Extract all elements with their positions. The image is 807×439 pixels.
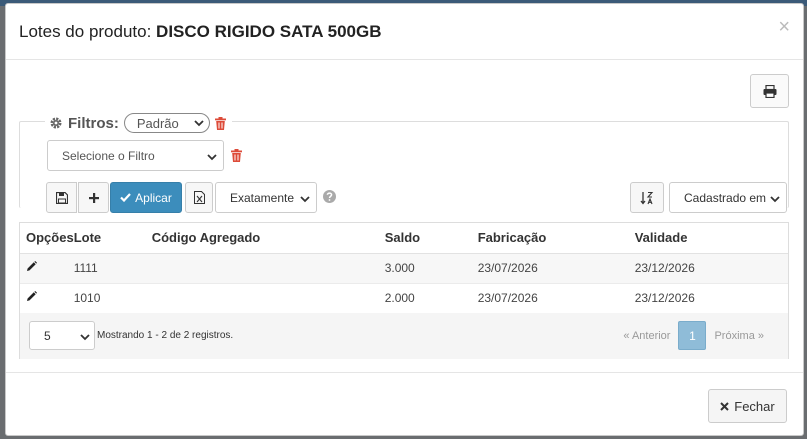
page-size-select[interactable]: 5 — [29, 321, 95, 350]
filter-select[interactable]: Selecione o Filtro — [47, 140, 224, 171]
gear-icon — [50, 117, 62, 129]
col-header-manufacture[interactable]: Fabricação — [477, 223, 635, 254]
sort-direction-button[interactable] — [630, 182, 664, 213]
filter-preset-select[interactable]: Padrão — [123, 113, 210, 133]
match-mode-value: Exatamente — [230, 190, 295, 205]
cell-balance: 3.000 — [384, 253, 478, 284]
col-header-balance[interactable]: Saldo — [384, 223, 478, 254]
modal-header: Lotes do produto: DISCO RIGIDO SATA 500G… — [6, 4, 803, 60]
cell-aggregate-code — [151, 283, 385, 314]
sort-field-value: Cadastrado em — [684, 190, 767, 205]
pencil-icon — [27, 291, 37, 301]
modal-title: Lotes do produto: DISCO RIGIDO SATA 500G… — [19, 22, 382, 42]
chevron-down-icon — [194, 120, 204, 127]
cell-balance: 2.000 — [384, 283, 478, 314]
cell-aggregate-code — [151, 253, 385, 284]
cell-manufacture: 23/07/2026 — [477, 283, 635, 314]
col-header-lot[interactable]: Lote — [73, 223, 152, 254]
edit-row-button[interactable] — [20, 253, 74, 284]
chevron-down-icon — [770, 196, 780, 203]
prev-page-link[interactable]: « Anterior — [615, 321, 678, 350]
filter-preset-value: Padrão — [136, 115, 179, 131]
trash-icon — [231, 149, 242, 162]
table-footer: 5 Mostrando 1 - 2 de 2 registros. « Ante… — [20, 313, 788, 359]
pencil-icon — [27, 261, 37, 271]
export-excel-button[interactable] — [185, 182, 213, 213]
sort-field-select[interactable]: Cadastrado em — [669, 182, 787, 213]
chevron-down-icon — [80, 334, 90, 341]
edit-row-button[interactable] — [20, 283, 74, 314]
col-header-expiry[interactable]: Validade — [634, 223, 788, 254]
page-1-button[interactable]: 1 — [678, 321, 707, 350]
filters-legend: Filtros: Padrão — [45, 112, 232, 134]
times-icon — [720, 401, 729, 411]
next-page-link[interactable]: Próxima » — [706, 321, 772, 350]
save-filter-button[interactable] — [46, 182, 77, 213]
modal-body: Filtros: Padrão Selecione o Filtro Aplic… — [18, 74, 789, 359]
modal-title-prefix: Lotes do produto: — [19, 22, 157, 41]
print-button[interactable] — [750, 74, 789, 108]
sort-alpha-icon — [640, 191, 654, 205]
lots-table: Opções Lote Código Agregado Saldo Fabric… — [19, 222, 789, 359]
print-icon — [763, 84, 776, 98]
close-button[interactable]: Fechar — [708, 389, 787, 423]
table-row: 1010 2.000 23/07/2026 23/12/2026 — [20, 283, 788, 314]
excel-icon — [193, 191, 205, 204]
save-icon — [55, 191, 68, 204]
delete-filter-button[interactable] — [231, 149, 242, 162]
cell-manufacture: 23/07/2026 — [477, 253, 635, 284]
lots-modal: Lotes do produto: DISCO RIGIDO SATA 500G… — [5, 3, 804, 436]
check-icon — [120, 193, 131, 202]
trash-icon — [214, 116, 226, 130]
records-summary: Mostrando 1 - 2 de 2 registros. — [97, 330, 234, 341]
delete-preset-button[interactable] — [214, 116, 226, 130]
filters-label: Filtros: — [68, 114, 119, 132]
product-name: DISCO RIGIDO SATA 500GB — [156, 22, 382, 41]
chevron-down-icon — [300, 196, 310, 203]
apply-button[interactable]: Aplicar — [110, 182, 182, 213]
cell-expiry: 23/12/2026 — [634, 283, 788, 314]
question-icon[interactable] — [323, 190, 336, 203]
apply-label: Aplicar — [135, 190, 172, 205]
plus-icon — [88, 192, 99, 203]
match-mode-select[interactable]: Exatamente — [215, 182, 317, 213]
filter-toolbar: Aplicar Exatamente — [46, 182, 336, 213]
filter-select-value: Selecione o Filtro — [62, 148, 155, 163]
page-size-value: 5 — [44, 328, 51, 343]
close-button-label: Fechar — [734, 398, 775, 414]
col-header-aggregate-code[interactable]: Código Agregado — [151, 223, 385, 254]
cell-lot: 1010 — [73, 283, 152, 314]
table-row: 1111 3.000 23/07/2026 23/12/2026 — [20, 253, 788, 284]
add-filter-button[interactable] — [78, 182, 109, 213]
modal-footer: Fechar — [6, 372, 803, 436]
cell-expiry: 23/12/2026 — [634, 253, 788, 284]
chevron-down-icon — [207, 154, 217, 161]
close-modal-button[interactable]: × — [778, 17, 790, 37]
pagination: « Anterior 1 Próxima » — [615, 321, 772, 350]
cell-lot: 1111 — [73, 253, 152, 284]
table-header-row: Opções Lote Código Agregado Saldo Fabric… — [20, 223, 788, 254]
col-header-options[interactable]: Opções — [20, 223, 74, 254]
